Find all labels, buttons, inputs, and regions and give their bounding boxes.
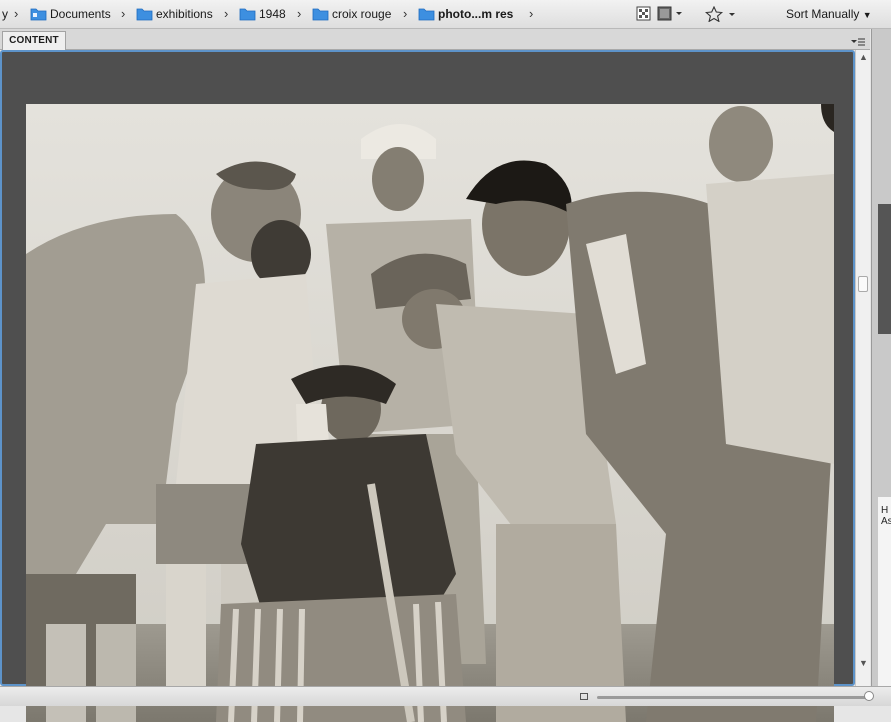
sort-menu[interactable]: Sort Manually ▼ [786,7,872,21]
breadcrumb-label: photo...m res [438,7,514,21]
breadcrumb-label: croix rouge [332,7,392,21]
folder-icon [312,7,329,21]
photo-preview[interactable] [26,104,834,722]
scroll-down-icon[interactable]: ▼ [859,658,868,668]
folder-icon [418,7,435,21]
photo-image [26,104,834,722]
breadcrumb-item-1948[interactable]: 1948 [239,7,286,23]
metadata-panel: H As [878,497,891,687]
scrollbar-thumb[interactable] [858,276,868,292]
breadcrumb-item-current[interactable]: photo...m res [418,7,513,23]
metadata-text: As [881,516,891,527]
breadcrumb-separator-icon: › [297,6,302,21]
breadcrumb-label: exhibitions [156,7,213,21]
breadcrumb-expand-icon[interactable]: › [529,6,533,21]
tab-content[interactable]: CONTENT [2,31,66,50]
slider-handle[interactable] [864,691,874,701]
breadcrumb-separator-icon: › [121,6,126,21]
breadcrumb-separator-icon: › [14,6,19,21]
breadcrumb-item-croix-rouge[interactable]: croix rouge [312,7,391,23]
breadcrumb-item-exhibitions[interactable]: exhibitions [136,7,213,23]
metadata-text: H [881,505,889,516]
sort-label: Sort Manually [786,7,860,21]
breadcrumb-separator-icon: › [403,6,408,21]
breadcrumb-label: Documents [50,7,111,21]
path-bar: y › Documents › exhibitions › 1948 › cro… [0,0,891,29]
breadcrumb-separator-icon: › [224,6,229,21]
vertical-scrollbar[interactable]: ▲ ▼ [855,50,870,686]
folder-icon [136,7,153,21]
content-preview-area[interactable] [0,50,855,722]
preview-thumbnail[interactable] [878,204,891,334]
breadcrumb-item-documents[interactable]: Documents [30,7,111,23]
thumbnail-size-slider[interactable] [597,696,867,699]
breadcrumb-leading: y [2,7,8,21]
breadcrumb-label: 1948 [259,7,286,21]
star-filter-icon[interactable] [704,5,737,23]
thumbnail-size-small-icon[interactable] [580,693,588,700]
status-bar [0,686,891,706]
grid-view-icon[interactable] [636,6,651,22]
right-panel-collapsed: H As [871,29,891,687]
thumbnail-quality-icon[interactable] [657,6,685,22]
folder-icon [30,7,47,21]
content-panel-header: CONTENT [0,29,870,50]
scroll-up-icon[interactable]: ▲ [859,52,868,62]
chevron-down-icon: ▼ [862,10,872,20]
folder-icon [239,7,256,21]
